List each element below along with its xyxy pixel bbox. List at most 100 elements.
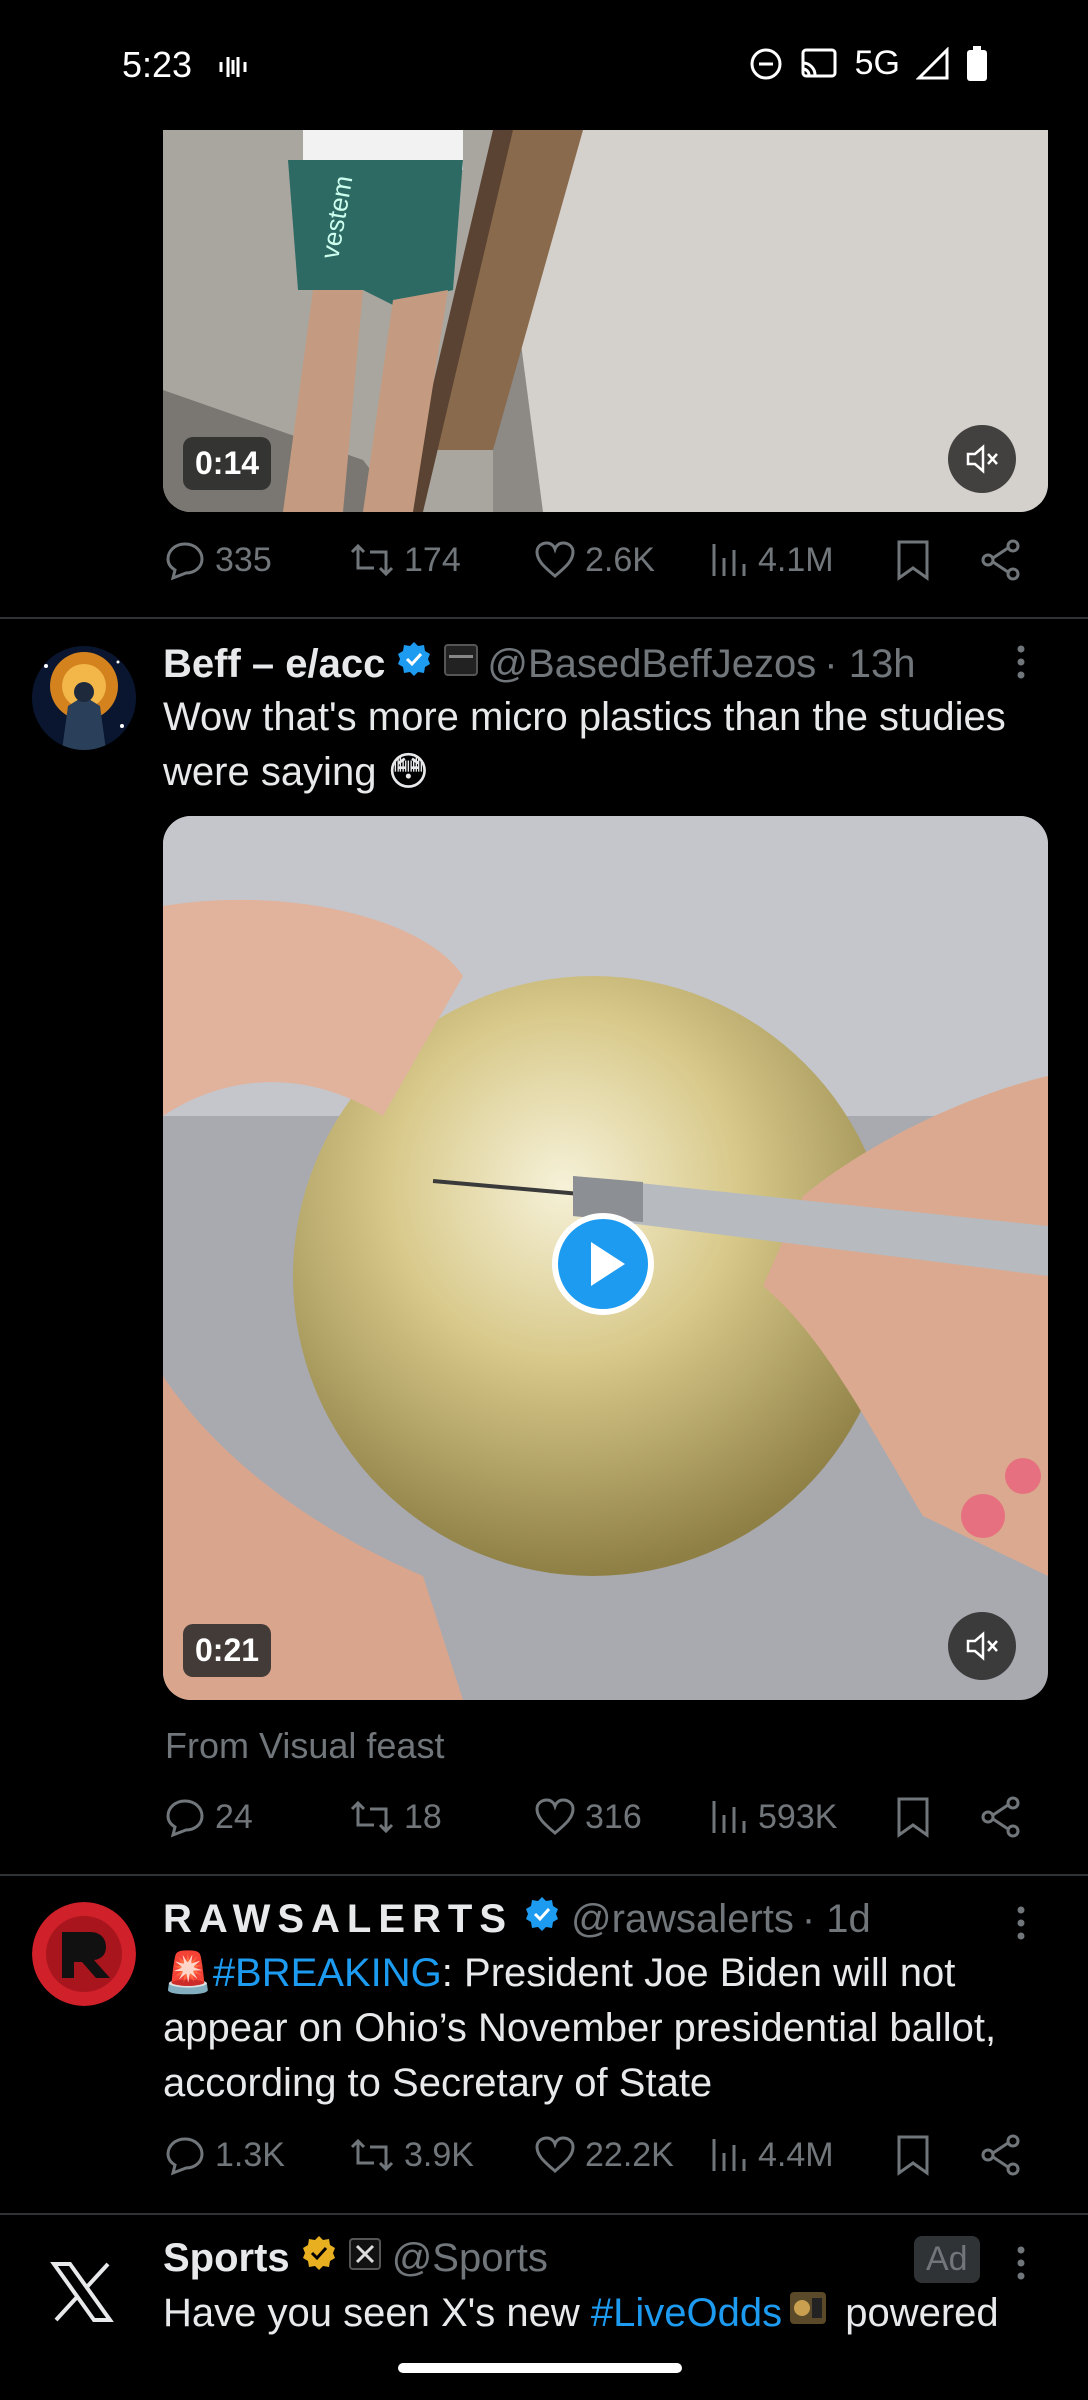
tweet-divider [0, 2213, 1088, 2215]
ad-badge: Ad [914, 2236, 980, 2283]
reply-icon [166, 1799, 204, 1838]
more-options-button[interactable] [1016, 2245, 1026, 2291]
like-button[interactable]: 316 [533, 1795, 642, 1839]
tweet-text: Wow that's more micro plastics than the … [163, 695, 1006, 794]
hashtag-link[interactable]: #LiveOdds [591, 2291, 782, 2335]
tweet-video-1[interactable]: vestem 0:14 [163, 130, 1048, 512]
reply-button[interactable]: 24 [163, 1795, 253, 1839]
views-button[interactable]: 4.4M [710, 2133, 834, 2177]
views-icon [712, 1801, 746, 1833]
tweet-actions-2: 24 18 316 593K [163, 1795, 1048, 1855]
repost-icon [350, 543, 394, 577]
video-duration: 0:21 [183, 1624, 272, 1677]
repost-count: 18 [404, 1797, 442, 1836]
more-vertical-icon [1017, 1906, 1025, 1940]
reply-button[interactable]: 1.3K [163, 2133, 285, 2177]
reply-icon [166, 542, 204, 581]
status-icons: 5G [749, 44, 988, 83]
handle[interactable]: @rawsalerts [571, 1897, 794, 1942]
home-gesture-bar[interactable] [398, 2363, 682, 2373]
avatar[interactable] [32, 646, 136, 750]
status-time: 5:23 [122, 44, 193, 85]
mute-button[interactable] [948, 1612, 1016, 1680]
bookmark-button[interactable] [893, 1795, 933, 1839]
views-icon [712, 2139, 746, 2171]
verified-badge-icon [395, 640, 433, 688]
avatar-image [32, 1902, 136, 2006]
x-affiliate-icon [348, 2236, 382, 2281]
share-icon [981, 1796, 1020, 1838]
status-bar: 5:23 5G [0, 0, 1088, 132]
like-count: 316 [585, 1797, 642, 1836]
avatar-image [32, 646, 136, 750]
bookmark-icon [897, 1797, 929, 1838]
like-button[interactable]: 2.6K [533, 538, 655, 582]
affiliate-badge-icon [443, 642, 479, 687]
display-name[interactable]: Beff – e/acc [163, 642, 385, 687]
handle[interactable]: @BasedBeffJezos [487, 642, 816, 687]
play-icon [552, 1213, 654, 1315]
siren-emoji: 🚨 [163, 1951, 213, 1995]
display-name[interactable]: RAWSALERTS [163, 1897, 513, 1942]
repost-icon [350, 2138, 394, 2172]
tweet-body-suffix: powered [834, 2291, 999, 2335]
x-logo-icon[interactable] [50, 2262, 114, 2327]
heart-icon [535, 2136, 575, 2173]
more-vertical-icon [1017, 2246, 1025, 2280]
video-thumbnail: vestem [163, 130, 1048, 512]
display-name[interactable]: Sports [163, 2236, 290, 2281]
share-button[interactable] [979, 1795, 1023, 1839]
hashtag-link[interactable]: #BREAKING [213, 1951, 442, 1995]
tweet-actions-3: 1.3K 3.9K 22.2K 4.4M [163, 2133, 1048, 2193]
bookmark-button[interactable] [893, 538, 933, 582]
like-button[interactable]: 22.2K [533, 2133, 674, 2177]
repost-button[interactable]: 174 [348, 538, 461, 582]
like-count: 22.2K [585, 2135, 674, 2174]
reply-count: 24 [215, 1797, 253, 1836]
view-count: 593K [758, 1797, 838, 1836]
bookmark-icon [897, 540, 929, 581]
repost-button[interactable]: 18 [348, 1795, 442, 1839]
reply-count: 1.3K [215, 2135, 285, 2174]
repost-count: 174 [404, 540, 461, 579]
more-options-button[interactable] [1016, 1905, 1026, 1951]
reply-icon [166, 2137, 204, 2176]
reply-button[interactable]: 335 [163, 538, 272, 582]
repost-count: 3.9K [404, 2135, 474, 2174]
more-options-button[interactable] [1016, 644, 1026, 690]
share-icon [981, 2134, 1020, 2176]
odds-emoji-icon [788, 2288, 828, 2343]
vibrate-icon [218, 52, 248, 87]
views-icon [712, 544, 746, 576]
avatar[interactable] [32, 1902, 136, 2006]
heart-icon [535, 541, 575, 578]
tweet-text: Have you seen X's new #LiveOdds powered [163, 2286, 1053, 2343]
timestamp: · 1d [801, 1896, 871, 1941]
reply-count: 335 [215, 540, 272, 579]
repost-button[interactable]: 3.9K [348, 2133, 474, 2177]
bookmark-button[interactable] [893, 2133, 933, 2177]
share-button[interactable] [979, 538, 1023, 582]
tweet-actions-1: 335 174 2.6K 4.1M [163, 538, 1048, 598]
verified-gold-icon [300, 2234, 338, 2282]
tweet-body: Have you seen X's new [163, 2291, 591, 2335]
source-attribution[interactable]: From Visual feast [165, 1725, 444, 1767]
tweet-video-2[interactable]: 0:21 [163, 816, 1048, 1700]
views-button[interactable]: 4.1M [710, 538, 834, 582]
views-button[interactable]: 593K [710, 1795, 837, 1839]
tweet-header-3: RAWSALERTS @rawsalerts · 1d [163, 1893, 943, 1945]
signal-icon [916, 46, 950, 81]
view-count: 4.1M [758, 540, 834, 579]
timestamp: · 13h [824, 641, 916, 686]
heart-icon [535, 1798, 575, 1835]
handle[interactable]: @Sports [392, 2236, 548, 2281]
tweet-header-2: Beff – e/acc @BasedBeffJezos · 13h [163, 638, 943, 690]
network-type: 5G [854, 44, 900, 82]
tweet-divider [0, 1874, 1088, 1876]
share-icon [981, 539, 1020, 581]
mute-button[interactable] [948, 425, 1016, 493]
verified-badge-icon [523, 1895, 561, 1943]
play-button[interactable] [551, 1212, 655, 1321]
share-button[interactable] [979, 2133, 1023, 2177]
more-vertical-icon [1017, 645, 1025, 679]
